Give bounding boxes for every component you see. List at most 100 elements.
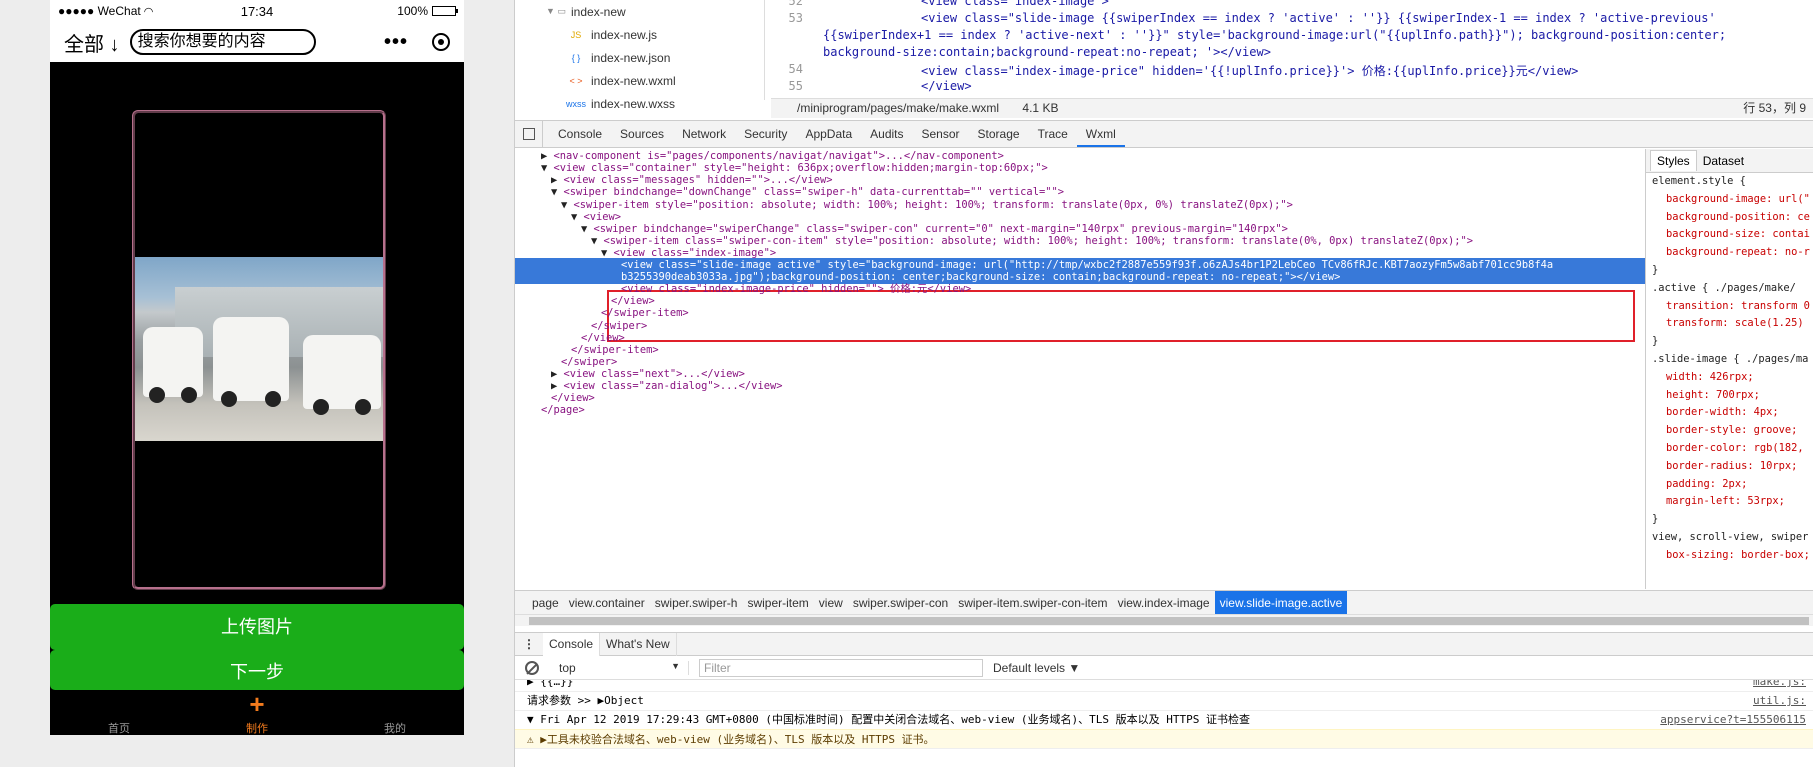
tab-mine[interactable]: 我的 [326, 690, 464, 735]
context-select[interactable]: top [549, 660, 689, 675]
css-property[interactable]: background-size: contai [1646, 226, 1813, 244]
console-source-link[interactable]: appservice?t=155506115 [1660, 710, 1806, 730]
console-toolbar: top Filter Default levels ▼ [515, 656, 1813, 680]
css-property[interactable]: transition: transform 0 [1646, 298, 1813, 316]
editor-pane: ▼ ▭ index-new JS index-new.js { } index-new.j… [515, 0, 1813, 118]
breadcrumb-item[interactable]: swiper-item [742, 591, 813, 615]
tab-trace[interactable]: Trace [1029, 121, 1077, 147]
kebab-menu-icon[interactable]: ⋮ [515, 637, 543, 651]
css-property[interactable]: border-width: 4px; [1646, 404, 1813, 422]
next-step-button[interactable]: 下一步 [50, 650, 464, 690]
js-file-icon: JS [570, 29, 582, 40]
folder-icon: ▼ ▭ [546, 6, 566, 16]
console-source-link[interactable]: util.js: [1753, 691, 1806, 711]
filter-input[interactable]: Filter [699, 658, 983, 677]
css-property[interactable]: border-color: rgb(182, [1646, 440, 1813, 458]
file-tree-item[interactable]: wxss index-new.wxss [515, 92, 764, 115]
tab-storage[interactable]: Storage [969, 121, 1029, 147]
file-size: 4.1 KB [1022, 101, 1059, 115]
tab-home[interactable]: 首页 [50, 690, 188, 735]
console-warning[interactable]: ⚠ ▶工具未校验合法域名、web-view (业务域名)、TLS 版本以及 HT… [515, 729, 1813, 749]
css-property[interactable]: background-position: ce [1646, 209, 1813, 227]
breadcrumb-item[interactable]: page [527, 591, 564, 615]
horizontal-scrollbar[interactable] [515, 614, 1813, 626]
file-name: index-new.wxml [591, 73, 676, 88]
more-icon[interactable]: ••• [384, 31, 408, 54]
styles-tabs: Styles Dataset [1646, 149, 1813, 173]
tab-sources[interactable]: Sources [611, 121, 673, 147]
code-editor[interactable]: 52 <view class="index-image"> 53 <view cla… [771, 0, 1813, 100]
file-tree-item[interactable]: { } index-new.json [515, 46, 764, 69]
tab-network[interactable]: Network [673, 121, 735, 147]
styles-tab-dataset[interactable]: Dataset [1697, 151, 1750, 171]
css-selector: } [1652, 335, 1659, 348]
file-tree: ▼ ▭ index-new JS index-new.js { } index-new.j… [515, 0, 765, 111]
levels-dropdown[interactable]: Default levels ▼ [993, 661, 1080, 675]
breadcrumb-item[interactable]: view.slide-image.active [1214, 590, 1348, 615]
console-message[interactable]: ▼ Fri Apr 12 2019 17:29:43 GMT+0800 (中国标… [515, 710, 1813, 730]
file-name: index-new [571, 4, 626, 19]
console-text: 请求参数 >> ▶Object [527, 694, 644, 707]
drawer-tabs: ⋮ Console What's New [515, 632, 1813, 656]
tab-make[interactable]: + 制作 [188, 690, 326, 735]
wxml-file-icon: < > [569, 75, 583, 86]
file-tree-item[interactable]: ▼ ▭ index-new [515, 0, 764, 23]
tab-wxml[interactable]: Wxml [1076, 121, 1125, 147]
tab-security[interactable]: Security [735, 121, 796, 147]
tab-console[interactable]: Console [549, 121, 611, 147]
slide-image[interactable] [132, 110, 386, 590]
inspect-icon[interactable] [515, 121, 543, 147]
css-property[interactable]: width: 426rpx; [1646, 369, 1813, 387]
css-selector: .slide-image { ./pages/ma [1652, 352, 1809, 365]
css-property[interactable]: border-radius: 10rpx; [1646, 458, 1813, 476]
css-property[interactable]: background-repeat: no-r [1646, 244, 1813, 262]
capsule-menu: ••• [384, 31, 450, 54]
console-text: ⚠ ▶工具未校验合法域名、web-view (业务域名)、TLS 版本以及 HT… [527, 733, 935, 746]
breadcrumb-item[interactable]: view.index-image [1113, 591, 1215, 615]
code-line: <view class="index-image-price" hidden='… [921, 64, 1579, 78]
css-property[interactable]: transform: scale(1.25) [1646, 315, 1813, 333]
breadcrumb-item[interactable]: view [814, 591, 848, 615]
wxss-file-icon: wxss [566, 98, 586, 109]
styles-tab-styles[interactable]: Styles [1650, 150, 1697, 171]
tab-sensor[interactable]: Sensor [913, 121, 969, 147]
breadcrumb-item[interactable]: swiper.swiper-con [848, 591, 953, 615]
file-tree-item[interactable]: JS index-new.js [515, 23, 764, 46]
upload-image-button[interactable]: 上传图片 [50, 604, 464, 650]
breadcrumb-item[interactable]: swiper-item.swiper-con-item [953, 591, 1112, 615]
drawer-tab[interactable]: What's New [600, 632, 677, 656]
wxml-node[interactable]: </page> [515, 403, 1645, 417]
tab-bar: 首页 + 制作 我的 [50, 690, 464, 735]
styles-pane: Styles Dataset element.style {background-… [1645, 149, 1813, 589]
breadcrumb: page view.container swiper.swiper-h swiper-… [515, 590, 1813, 615]
drawer-tab[interactable]: Console [543, 632, 601, 656]
console-text: ▶ {{…}} [527, 680, 574, 688]
tab-audits[interactable]: Audits [861, 121, 912, 147]
breadcrumb-item[interactable]: swiper.swiper-h [650, 591, 743, 615]
status-time: 17:34 [240, 3, 274, 19]
console-text: ▼ Fri Apr 12 2019 17:29:43 GMT+0800 (中国标… [527, 713, 1250, 726]
file-name: index-new.json [591, 50, 671, 65]
css-property[interactable]: box-sizing: border-box; [1646, 547, 1813, 565]
css-property[interactable]: margin-left: 53rpx; [1646, 493, 1813, 511]
css-property[interactable]: padding: 2px; [1646, 476, 1813, 494]
search-input[interactable]: 搜索你想要的内容 [129, 29, 316, 55]
tab-appdata[interactable]: AppData [796, 121, 861, 147]
editor-status-bar: /miniprogram/pages/make/make.wxml 4.1 KB… [771, 98, 1813, 118]
status-bar: ●●●●● WeChat ◠ 17:34 100% [50, 0, 464, 22]
code-line: </view> [921, 79, 972, 93]
css-property[interactable]: border-style: groove; [1646, 422, 1813, 440]
json-file-icon: { } [571, 52, 581, 63]
css-property[interactable]: background-image: url(" [1646, 191, 1813, 209]
category-dropdown[interactable]: 全部 ↓ [64, 28, 120, 57]
file-tree-item[interactable]: < > index-new.wxml [515, 69, 764, 92]
console-message[interactable]: 请求参数 >> ▶Object util.js: [515, 691, 1813, 711]
node-text: </page> [541, 404, 585, 417]
breadcrumb-item[interactable]: view.container [564, 591, 650, 615]
tab-label: 我的 [384, 723, 406, 735]
css-selector: } [1652, 513, 1659, 526]
css-selector: } [1652, 263, 1659, 276]
css-property[interactable]: height: 700rpx; [1646, 387, 1813, 405]
clear-console-icon[interactable] [525, 660, 539, 675]
record-icon[interactable] [432, 33, 450, 51]
